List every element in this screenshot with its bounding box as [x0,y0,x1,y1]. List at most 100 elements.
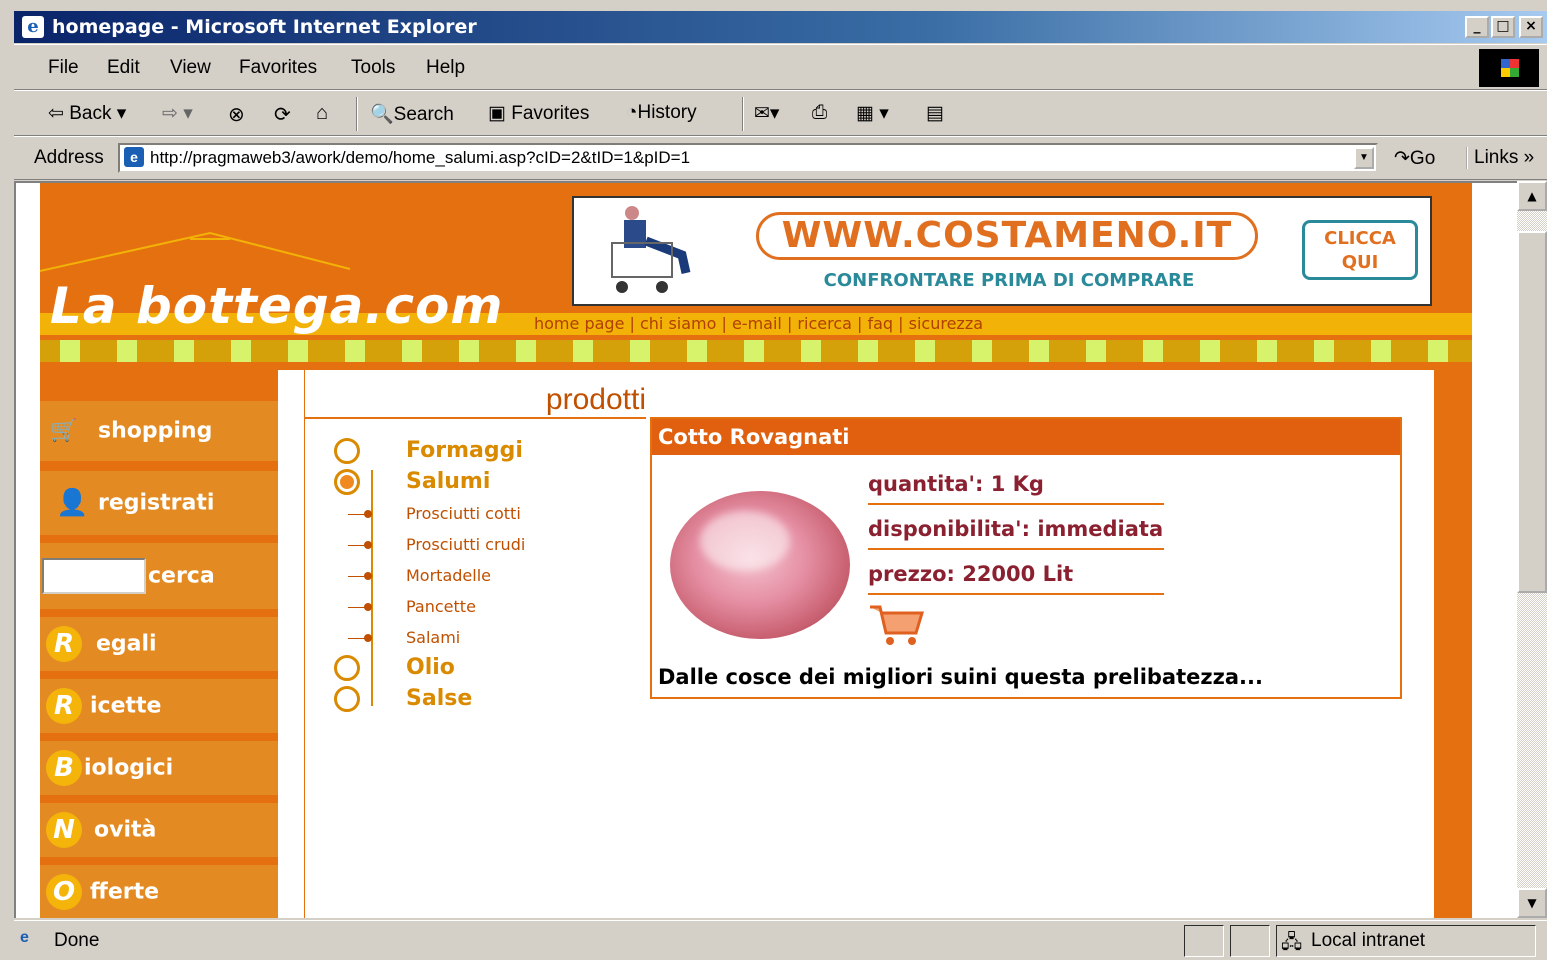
menu-view[interactable]: View [170,57,211,79]
subcategory-pancette[interactable]: Pancette [406,597,476,616]
letter-badge: O [46,874,82,910]
category-ring-icon [334,686,360,712]
stop-icon[interactable]: ⊗ [228,102,245,127]
product-description: Dalle cosce dei migliori suini questa pr… [658,665,1263,689]
subcategory-prosciutti-crudi[interactable]: Prosciutti crudi [406,535,525,554]
ad-banner[interactable]: WWW.COSTAMENO.IT CONFRONTARE PRIMA DI CO… [572,196,1432,306]
history-icon: ◔ [626,102,638,123]
address-bar: Address e http://pragmaweb3/awork/demo/ho… [14,136,1547,180]
banner-tagline: CONFRONTARE PRIMA DI COMPRARE [823,270,1195,291]
category-olio[interactable]: Olio [406,655,455,680]
category-salse[interactable]: Salse [406,686,472,711]
product-quantity: quantita': 1 Kg [868,469,1164,505]
menu-file[interactable]: File [48,57,79,79]
category-salumi[interactable]: Salumi [406,469,490,494]
scroll-down-button[interactable]: ▼ [1517,888,1547,918]
status-text: Done [54,930,100,951]
forward-button[interactable]: ⇨ ▾ [162,102,193,125]
discuss-icon[interactable]: ▤ [926,102,944,125]
subcategory-prosciutti-cotti[interactable]: Prosciutti cotti [406,504,521,523]
minimize-button[interactable]: _ [1465,16,1489,38]
address-input[interactable]: e http://pragmaweb3/awork/demo/home_salum… [118,143,1378,173]
subcategory-mortadelle[interactable]: Mortadelle [406,566,491,585]
links-button[interactable]: Links » [1466,147,1534,169]
product-price: prezzo: 22000 Lit [868,559,1164,595]
cart-icon: 🛒 [50,418,78,444]
intranet-icon: 🖧 [1281,932,1303,953]
bullet-icon [364,634,372,642]
menu-edit[interactable]: Edit [107,57,140,79]
address-url: http://pragmaweb3/awork/demo/home_salumi… [150,148,691,167]
bullet-icon [364,541,372,549]
menu-bar: File Edit View Favorites Tools Help [14,44,1547,90]
tree-line [371,470,373,706]
status-field [1184,925,1224,957]
search-button[interactable]: cerca [148,564,215,589]
favorites-button[interactable]: ▣ Favorites [488,102,589,125]
vertical-scrollbar[interactable]: ▲ ▼ [1517,181,1547,918]
window-title: homepage - Microsoft Internet Explorer [52,16,477,38]
menu-tools[interactable]: Tools [351,57,395,79]
nav-offerte[interactable]: O fferte [40,865,278,918]
status-field [1230,925,1270,957]
bullet-icon [364,510,372,518]
toolbar-separator [356,97,358,131]
nav-biologici[interactable]: B iologici [40,741,278,795]
bullet-icon [364,603,372,611]
category-formaggi[interactable]: Formaggi [406,438,523,463]
page-status-icon: e [20,929,29,946]
maximize-button[interactable]: □ [1491,16,1515,38]
top-links[interactable]: home page | chi siamo | e-mail | ricerca… [534,313,983,335]
scroll-up-button[interactable]: ▲ [1517,181,1547,211]
content-divider [304,369,305,918]
back-button[interactable]: ⇦ Back ▾ [48,102,126,125]
nav-ricette[interactable]: R icette [40,679,278,733]
site-logo[interactable]: La bottega.com [50,277,503,335]
banner-cta-button[interactable]: CLICCA QUI [1302,220,1418,280]
nav-shopping[interactable]: 🛒 shopping [40,401,278,461]
category-ring-selected-icon [334,469,360,495]
title-bar: e homepage - Microsoft Internet Explorer… [14,11,1547,43]
category-ring-icon [334,438,360,464]
page-background: La bottega.com home page | chi siamo | e… [40,183,1472,918]
page-icon: e [124,147,144,167]
user-icon: 👤 [56,488,89,518]
menu-help[interactable]: Help [426,57,465,79]
toolbar: ⇦ Back ▾ ⇨ ▾ ⊗ ⟳ ⌂ 🔍Search ▣ Favorites ◔… [14,90,1547,136]
zone-field: 🖧 Local intranet [1276,925,1536,957]
address-label: Address [34,147,104,168]
history-button[interactable]: ◔History [626,102,697,124]
go-button[interactable]: ↷Go [1394,147,1435,170]
search-input[interactable] [42,558,146,594]
scroll-thumb[interactable] [1517,231,1547,593]
mail-icon[interactable]: ✉▾ [754,102,779,125]
banner-url: WWW.COSTAMENO.IT [756,212,1258,260]
product-image[interactable] [670,491,850,639]
category-ring-icon [334,655,360,681]
toolbar-separator [742,97,744,131]
menu-favorites[interactable]: Favorites [239,57,317,79]
shopping-cart-man-illustration [611,206,691,293]
address-dropdown-button[interactable]: ▼ [1354,147,1374,169]
nav-regali[interactable]: R egali [40,617,278,671]
close-button[interactable]: × [1519,16,1543,38]
nav-novita[interactable]: N ovità [40,803,278,857]
checker-strip [40,340,1472,362]
ie-logo-icon: e [22,16,44,38]
home-icon[interactable]: ⌂ [316,102,328,125]
print-icon[interactable]: ⎙ [812,102,827,124]
letter-badge: R [46,626,82,662]
letter-badge: N [46,812,82,848]
nav-registrati[interactable]: 👤 registrati [40,471,278,535]
roof-decoration [40,231,351,272]
refresh-icon[interactable]: ⟳ [274,102,291,127]
edit-icon[interactable]: ▦ ▾ [856,102,889,125]
product-availability: disponibilita': immediata [868,514,1164,550]
add-to-cart-icon[interactable] [868,603,924,647]
product-panel: Cotto Rovagnati quantita': 1 Kg disponib… [650,417,1402,699]
status-bar: e Done 🖧 Local intranet [14,920,1547,960]
section-title: prodotti [304,383,646,419]
windows-logo-icon [1479,49,1539,87]
search-button[interactable]: 🔍Search [370,102,454,126]
subcategory-salami[interactable]: Salami [406,628,460,647]
